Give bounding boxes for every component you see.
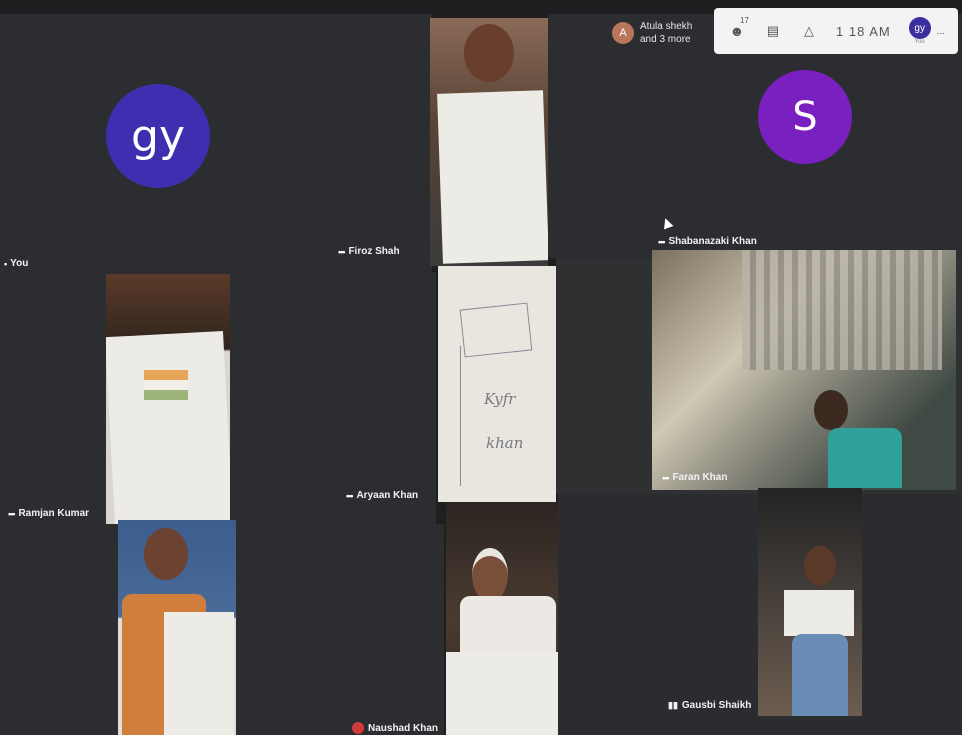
student-body: [828, 428, 902, 488]
paper-sheet: [784, 590, 854, 636]
paper-sheet: [446, 652, 558, 735]
more-dots-icon: •••: [346, 490, 354, 501]
audio-level-icon: ▮▮: [668, 700, 678, 710]
drawing-text-line2: khan: [486, 434, 524, 452]
tile-you[interactable]: gy • You ••• Firoz Shah: [0, 14, 432, 272]
user-label: You: [914, 39, 925, 45]
tile-ramjan[interactable]: ••• Ramjan Kumar ••• Aryaan Khan: [0, 272, 436, 524]
more-dots-icon: •••: [658, 236, 666, 247]
chat-icon[interactable]: ▤: [764, 22, 782, 40]
participant-name: You: [10, 258, 29, 269]
flag-drawing: [144, 370, 188, 400]
mic-off-icon: [352, 722, 364, 734]
name-label-shabana: ••• Shabanazaki Khan: [658, 236, 757, 247]
shabana-avatar: S: [758, 70, 852, 164]
student-head: [472, 548, 508, 602]
participant-name: Ramjan Kumar: [18, 508, 90, 519]
more-dots-icon: •: [4, 258, 7, 269]
raised-hand-text: Atula shekh and 3 more: [640, 20, 692, 46]
activities-icon[interactable]: △: [800, 22, 818, 40]
video-student-cap[interactable]: [446, 502, 558, 735]
name-label-faran: ••• Faran Khan: [662, 472, 727, 483]
roof-sheet: [742, 250, 942, 370]
participant-name: Gausbi Shaikh: [681, 700, 752, 711]
video-student-orange[interactable]: [118, 520, 236, 735]
user-profile[interactable]: gy You: [908, 17, 931, 45]
student-body: [792, 634, 848, 716]
video-student-1[interactable]: [430, 18, 548, 266]
drawing-text-line1: Kyfr: [484, 390, 516, 408]
name-label-ramjan: ••• Ramjan Kumar: [8, 508, 89, 519]
student-head: [804, 546, 836, 586]
raised-hands-indicator[interactable]: A Atula shekh and 3 more: [612, 20, 692, 46]
more-options-icon[interactable]: ...: [937, 26, 945, 37]
name-label-you: • You: [4, 258, 28, 269]
video-ramjan: [106, 274, 230, 524]
participant-name: Faran Khan: [672, 472, 728, 483]
participants-icon[interactable]: ☻ 17: [728, 16, 749, 40]
you-avatar: gy: [106, 84, 210, 188]
flag-sketch: [459, 302, 533, 358]
more-dots-icon: •••: [8, 508, 16, 519]
paper-sheet: [164, 612, 234, 735]
mouse-cursor-icon: [660, 216, 674, 230]
student-head: [464, 24, 514, 82]
raised-hand-more: and 3 more: [640, 34, 691, 45]
participant-name: Firoz Shah: [348, 246, 400, 257]
participant-name: Aryaan Khan: [356, 490, 419, 501]
paper-sheet: [437, 90, 548, 264]
name-label-firoz: ••• Firoz Shah: [338, 246, 400, 257]
raised-hand-avatar: A: [612, 22, 634, 44]
student-head: [144, 528, 188, 580]
meeting-toolbar: ☻ 17 ▤ △ 1 18 AM gy You ...: [714, 8, 958, 54]
paper-sheet: [106, 331, 230, 524]
student-head: [814, 390, 848, 430]
video-drawing[interactable]: Kyfr khan: [438, 266, 556, 502]
student-body: [460, 596, 556, 656]
name-label-aryaan: ••• Aryaan Khan: [346, 490, 418, 501]
name-label-naushad: Naushad Khan: [352, 722, 438, 734]
participant-name: Naushad Khan: [368, 722, 439, 734]
participant-name: Shabanazaki Khan: [668, 236, 757, 247]
video-gausbi[interactable]: [758, 488, 862, 716]
more-dots-icon: •••: [662, 472, 670, 483]
raised-hand-name: Atula shekh: [640, 21, 693, 32]
video-faran[interactable]: ••• Faran Khan: [652, 250, 956, 490]
meeting-screen: gy • You ••• Firoz Shah S ••• Shabanazak…: [0, 0, 962, 735]
clock-time: 1 18 AM: [836, 23, 891, 39]
more-dots-icon: •••: [338, 246, 346, 257]
participants-count: 17: [740, 16, 749, 25]
name-label-gausbi: ▮▮ Gausbi Shaikh: [668, 700, 751, 711]
flagpole-sketch: [460, 346, 465, 486]
user-avatar: gy: [908, 17, 931, 39]
